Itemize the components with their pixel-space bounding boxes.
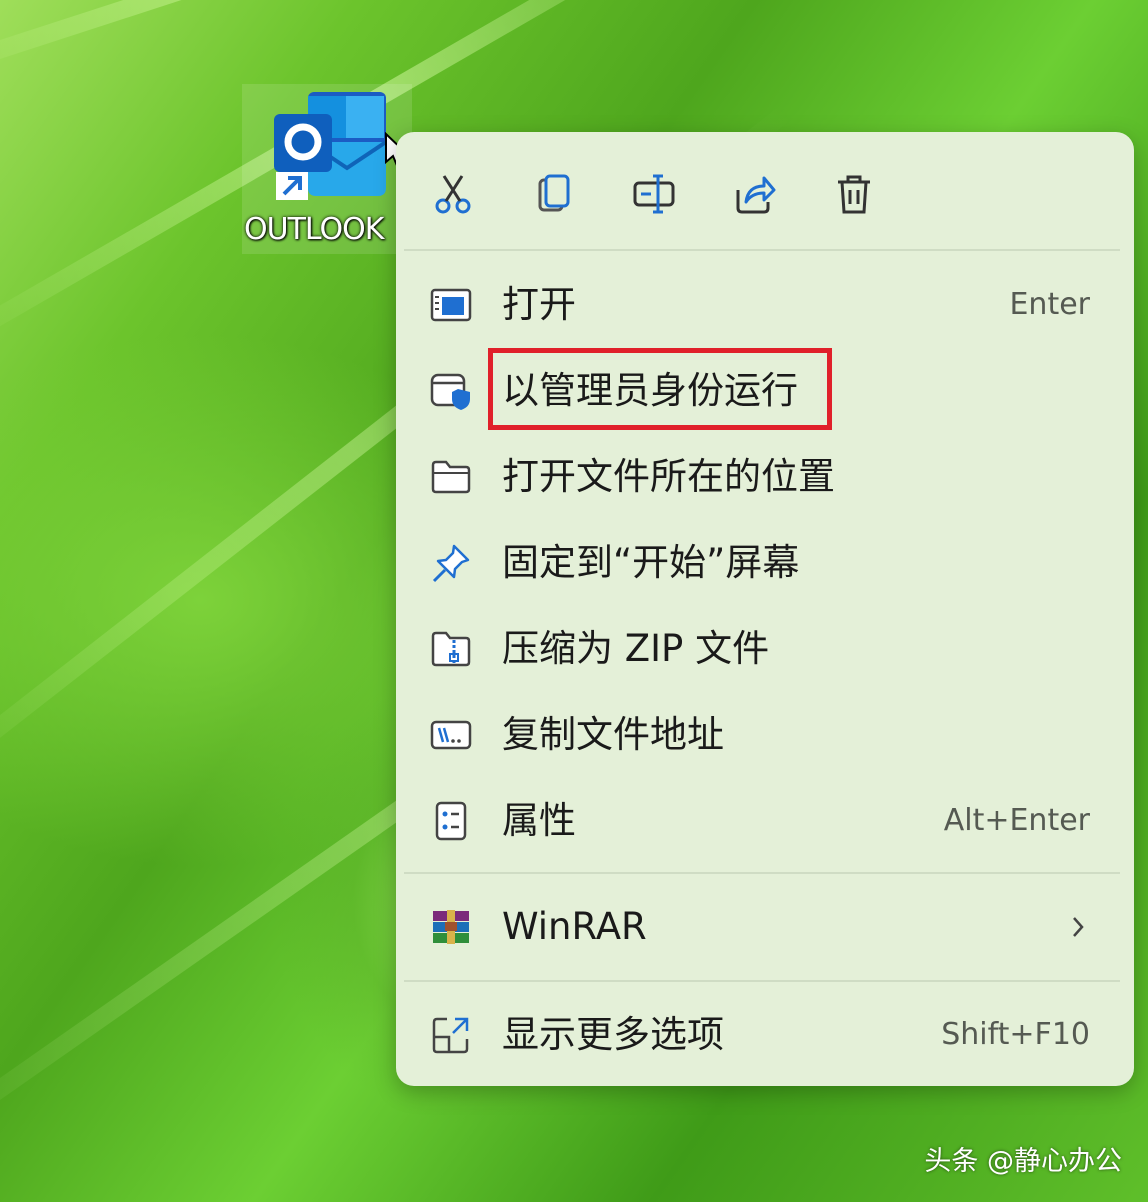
pin-icon — [430, 543, 472, 583]
rename-button[interactable] — [624, 164, 684, 224]
more-options-icon — [430, 1015, 472, 1055]
highlight-annotation-box — [488, 348, 832, 430]
menu-item-label: 显示更多选项 — [502, 1013, 724, 1056]
scissors-icon — [435, 175, 471, 214]
menu-item-properties[interactable]: 属性 Alt+Enter — [410, 782, 1120, 860]
menu-item-shortcut: Enter — [1009, 287, 1090, 322]
divider — [404, 872, 1120, 874]
zip-folder-icon — [430, 629, 472, 669]
menu-item-shortcut: Alt+Enter — [943, 803, 1090, 838]
menu-item-compress-zip[interactable]: 压缩为 ZIP 文件 — [410, 610, 1120, 688]
winrar-icon — [430, 907, 472, 947]
outlook-shortcut-icon — [274, 92, 388, 200]
rename-icon — [633, 174, 675, 214]
folder-icon — [430, 457, 472, 497]
cut-button[interactable] — [424, 164, 484, 224]
trash-icon — [838, 175, 870, 214]
menu-item-open[interactable]: 打开 Enter — [410, 266, 1120, 344]
share-button[interactable] — [724, 164, 784, 224]
menu-item-shortcut: Shift+F10 — [941, 1017, 1090, 1052]
menu-item-show-more-options[interactable]: 显示更多选项 Shift+F10 — [410, 996, 1120, 1074]
menu-item-label: WinRAR — [502, 905, 647, 948]
desktop-icon-label: OUTLOOK — [244, 212, 384, 247]
menu-item-label: 打开 — [502, 283, 576, 326]
menu-item-label: 属性 — [502, 799, 576, 842]
menu-item-copy-path[interactable]: 复制文件地址 — [410, 696, 1120, 774]
watermark-text: 头条 @静心办公 — [924, 1146, 1122, 1177]
divider — [404, 980, 1120, 982]
menu-item-pin-to-start[interactable]: 固定到“开始”屏幕 — [410, 524, 1120, 602]
quick-actions-bar — [396, 132, 1134, 250]
open-window-icon — [430, 285, 472, 325]
menu-item-open-file-location[interactable]: 打开文件所在的位置 — [410, 438, 1120, 516]
properties-icon — [430, 801, 472, 841]
admin-shield-icon — [430, 371, 472, 411]
menu-item-winrar[interactable]: WinRAR — [410, 888, 1120, 966]
menu-item-label: 固定到“开始”屏幕 — [502, 541, 800, 584]
divider — [404, 249, 1120, 251]
copy-button[interactable] — [524, 164, 584, 224]
menu-item-label: 复制文件地址 — [502, 713, 724, 756]
chevron-right-icon — [1073, 917, 1084, 937]
menu-item-label: 打开文件所在的位置 — [502, 455, 835, 498]
delete-button[interactable] — [824, 164, 884, 224]
context-menu: 打开 Enter 以管理员身份运行 打开文件所在的位置 固定到“开始”屏幕 压缩… — [396, 132, 1134, 1086]
copy-icon — [538, 174, 570, 212]
share-icon — [736, 176, 776, 214]
path-icon — [430, 715, 472, 755]
menu-item-label: 压缩为 ZIP 文件 — [502, 627, 770, 670]
